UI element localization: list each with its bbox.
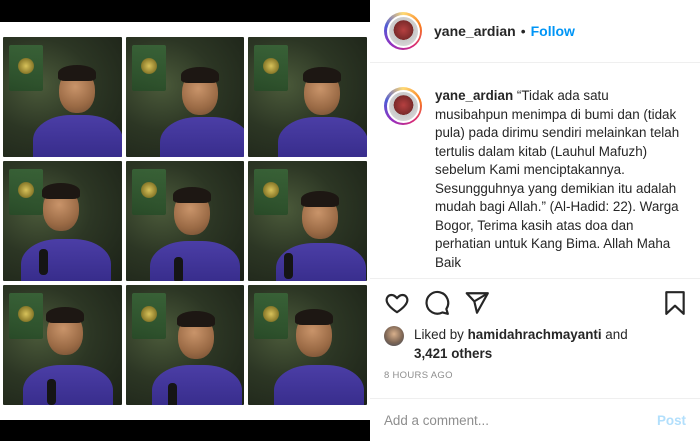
- post-media[interactable]: [0, 0, 370, 441]
- liker-avatar[interactable]: [384, 326, 404, 346]
- caption-body: “Tidak ada satu musibahpun menimpa di bu…: [435, 88, 680, 270]
- follow-button[interactable]: Follow: [531, 23, 575, 39]
- bookmark-icon[interactable]: [662, 290, 688, 316]
- collage-photo: [125, 285, 245, 405]
- post-timestamp[interactable]: 8 HOURS AGO: [384, 370, 453, 381]
- story-ring[interactable]: [384, 87, 422, 125]
- caption-username[interactable]: yane_ardian: [435, 88, 513, 103]
- post-comment-button[interactable]: Post: [657, 413, 686, 428]
- collage-photo: [3, 161, 122, 281]
- collage-photo: [3, 37, 122, 157]
- collage-photo: [3, 285, 122, 405]
- share-icon[interactable]: [464, 290, 490, 316]
- avatar: [386, 14, 420, 48]
- collage-photo: [248, 37, 367, 157]
- comment-icon[interactable]: [424, 290, 450, 316]
- separator-dot: •: [520, 23, 526, 39]
- collage-photo: [248, 285, 367, 405]
- comment-input[interactable]: [384, 412, 657, 428]
- likes-prefix: Liked by: [414, 327, 464, 342]
- caption-block: yane_ardian “Tidak ada satu musibahpun m…: [370, 63, 700, 279]
- post-sidebar: yane_ardian • Follow yane_ardian “Tidak …: [370, 0, 700, 441]
- heart-icon[interactable]: [384, 290, 410, 316]
- action-bar: [384, 290, 688, 318]
- username-link[interactable]: yane_ardian: [434, 23, 516, 39]
- likes-others-link[interactable]: 3,421 others: [414, 346, 492, 361]
- photo-collage: [3, 37, 367, 405]
- likes-and: and: [605, 327, 628, 342]
- liked-by-user-link[interactable]: hamidahrachmayanti: [468, 327, 602, 342]
- collage-photo: [248, 161, 367, 281]
- avatar: [386, 89, 420, 123]
- story-ring[interactable]: [384, 12, 422, 50]
- caption-text: yane_ardian “Tidak ada satu musibahpun m…: [435, 87, 685, 278]
- collage-photo: [125, 161, 245, 281]
- likes-summary: Liked by hamidahrachmayanti and 3,421 ot…: [384, 325, 694, 363]
- collage-photo: [125, 37, 245, 157]
- comment-bar: Post: [370, 398, 700, 441]
- post-header: yane_ardian • Follow: [370, 0, 700, 63]
